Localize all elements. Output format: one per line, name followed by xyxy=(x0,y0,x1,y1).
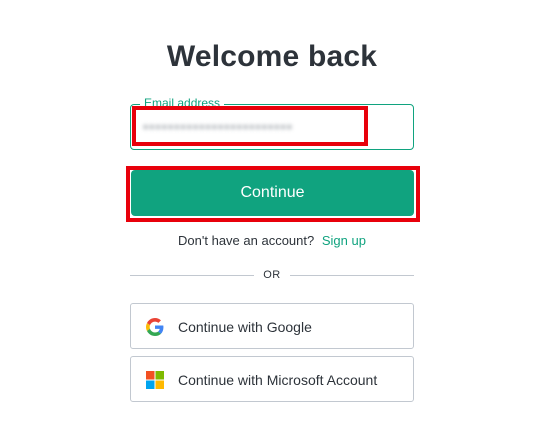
page-title: Welcome back xyxy=(166,40,378,73)
continue-button[interactable]: Continue xyxy=(131,170,414,216)
email-field-label: Email address xyxy=(140,96,225,110)
divider-line-right xyxy=(290,275,414,276)
signup-prompt: Don't have an account? xyxy=(178,233,315,248)
signup-link[interactable]: Sign up xyxy=(322,233,366,248)
microsoft-icon xyxy=(146,371,164,389)
signup-row: Don't have an account? Sign up xyxy=(0,233,544,248)
continue-with-microsoft-button[interactable]: Continue with Microsoft Account xyxy=(130,356,414,402)
microsoft-button-label: Continue with Microsoft Account xyxy=(178,372,378,388)
login-page: Welcome back Email address Continue Don'… xyxy=(0,0,560,436)
continue-with-google-button[interactable]: Continue with Google xyxy=(130,303,414,349)
email-field[interactable]: Email address xyxy=(130,96,414,150)
google-button-label: Continue with Google xyxy=(178,319,312,335)
or-divider: OR xyxy=(130,266,414,286)
google-icon xyxy=(146,318,164,336)
email-input[interactable] xyxy=(143,118,353,136)
